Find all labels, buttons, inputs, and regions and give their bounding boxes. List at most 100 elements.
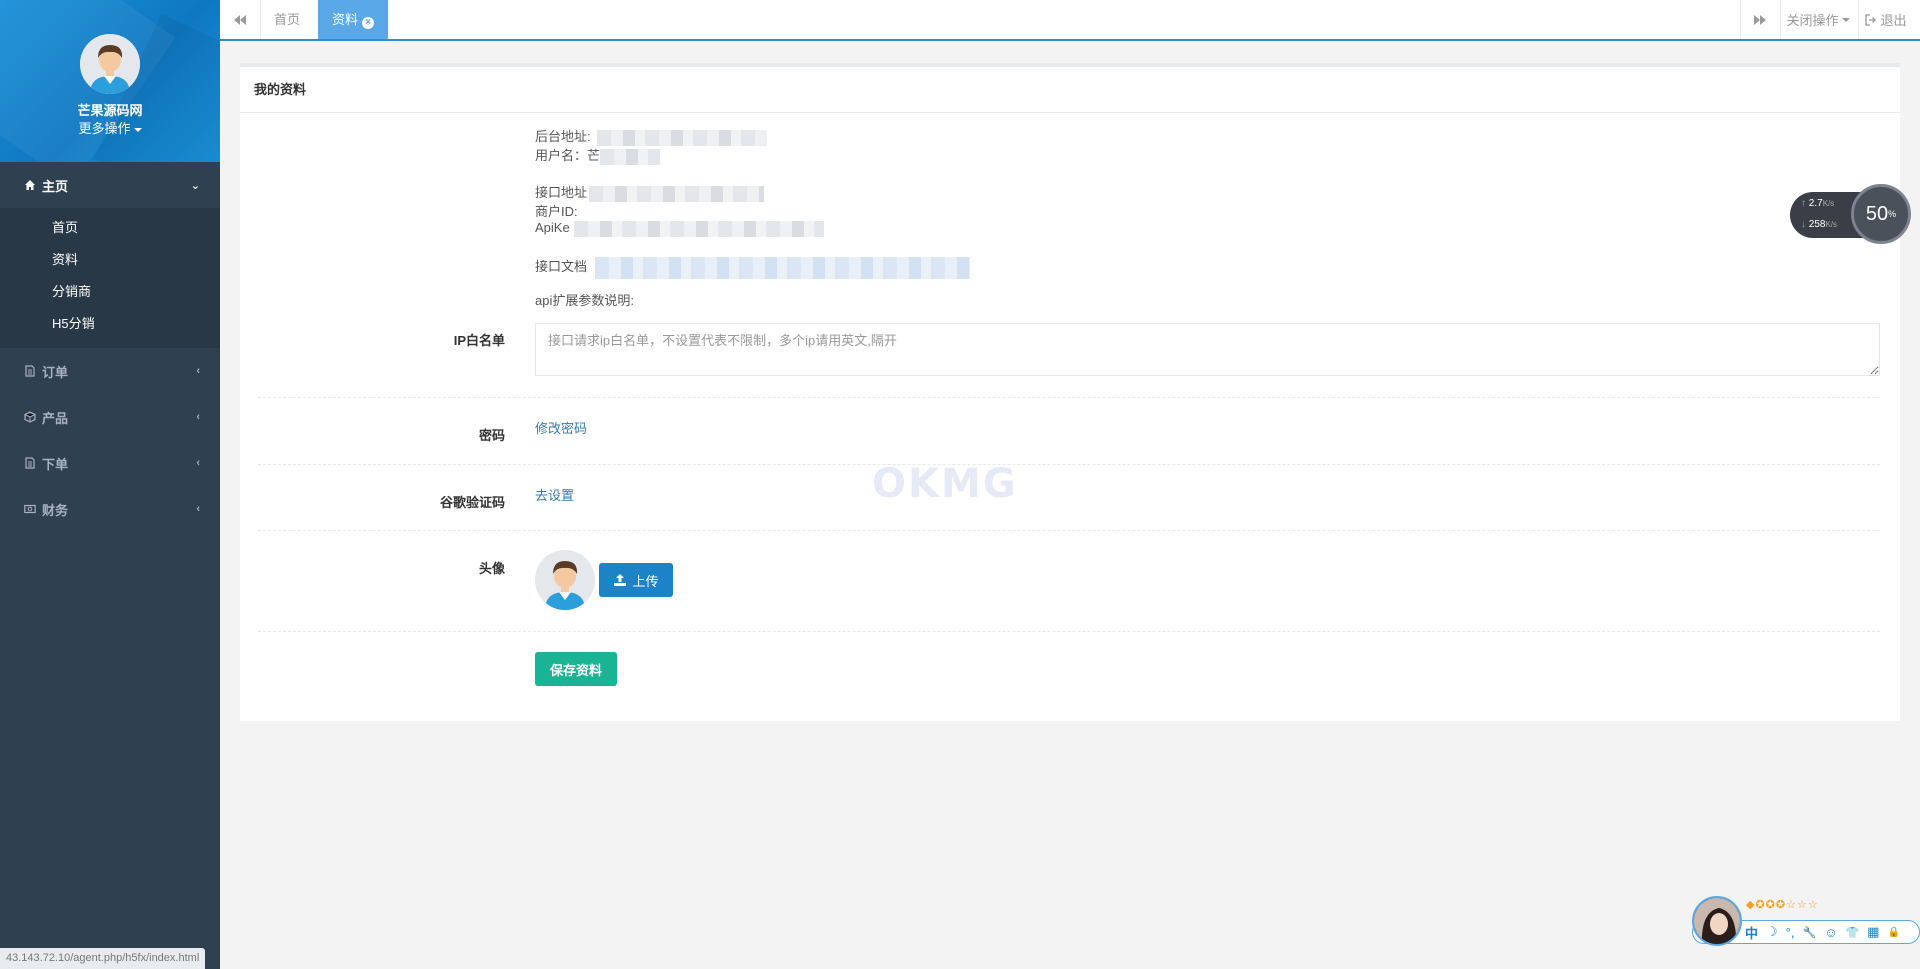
divider [258,397,1880,398]
chevron-left-icon: ‹ [196,457,200,469]
cube-icon [24,411,36,423]
nav-place-order-label: 下单 [42,456,69,472]
nav-finance[interactable]: 财务 ‹ [0,486,220,532]
home-submenu: 首页 资料 分销商 H5分销 [0,208,220,348]
tab-profile-label: 资料 [332,12,359,27]
redacted-value [589,185,765,202]
save-profile-button[interactable]: 保存资料 [535,652,617,686]
smiley-icon[interactable]: ☺ [1824,925,1837,940]
sidebar: 芒果源码网 更多操作 主页 ⌄ 首页 资料 分销商 H5分销 订单 ‹ 产品 ‹ [0,0,220,969]
chevron-down-icon: ⌄ [190,180,200,192]
logout-label: 退出 [1880,13,1907,28]
logout-button[interactable]: 退出 [1858,0,1914,39]
nav-place-order[interactable]: 下单 ‹ [0,440,220,486]
scroll-tabs-left-button[interactable] [220,0,260,39]
upload-speed: ↑ 2.7K/s [1801,198,1834,209]
sign-out-icon [1865,13,1877,26]
more-ops-dropdown[interactable]: 更多操作 [0,118,220,137]
nav-products[interactable]: 产品 ‹ [0,394,220,440]
speed-unit: K/s [1825,220,1838,229]
tab-home[interactable]: 首页 [260,0,316,39]
user-avatar[interactable] [80,34,140,94]
caret-down-icon [1841,17,1850,22]
sidebar-item-home[interactable]: 首页 [0,212,220,244]
nav-group-place-order: 下单 ‹ [0,440,220,486]
panel-title: 我的资料 [240,67,1900,113]
api-doc: 接口文档 [535,256,971,279]
download-speed-value: 258 [1808,219,1826,230]
double-chevron-right-icon [1754,14,1766,25]
memory-usage-gauge[interactable]: 50% [1851,184,1911,244]
wrench-icon[interactable]: 🔧 [1802,926,1816,939]
tab-bar: 首页 资料 × 关闭操作 退出 [220,0,1920,41]
close-ops-dropdown[interactable]: 关闭操作 [1780,0,1856,39]
nav-home[interactable]: 主页 ⌄ [0,162,220,208]
backend-address-label: 后台地址: [535,129,591,144]
nav-home-label: 主页 [42,178,69,194]
nav-group-products: 产品 ‹ [0,394,220,440]
username: 用户名：芒 [535,145,661,165]
merchant-id: 商户ID: [535,201,578,220]
file-icon [25,457,35,469]
api-address-label: 接口地址 [535,185,588,200]
username-label: 用户名：芒 [535,148,601,163]
ime-level-stars: ◆✪✪✪☆☆☆ [1746,899,1819,911]
api-address: 接口地址 [535,182,765,202]
moon-icon[interactable]: ☽ [1766,924,1778,940]
nav-orders[interactable]: 订单 ‹ [0,348,220,394]
caret-down-icon [133,127,142,132]
arrow-down-icon: ↓ [1801,219,1806,230]
profile-header: 芒果源码网 更多操作 [0,0,220,162]
apikey: ApiKe [535,220,824,237]
lock-icon[interactable]: 🔒 [1887,927,1899,938]
api-ext-params: api扩展参数说明: [535,290,634,309]
upload-label: 上传 [632,573,659,589]
redacted-value [600,148,661,165]
ime-avatar[interactable] [1692,896,1742,946]
download-speed: ↓ 258K/s [1801,219,1837,230]
close-icon[interactable]: × [362,17,375,29]
nav-orders-label: 订单 [42,364,69,380]
divider [258,464,1880,465]
avatar-label: 头像 [478,561,505,576]
chevron-left-icon: ‹ [196,365,200,377]
redacted-value [573,220,824,237]
merchant-id-label: 商户ID: [535,204,578,219]
google-auth-setup-link[interactable]: 去设置 [535,485,574,504]
sidebar-item-profile[interactable]: 资料 [0,244,220,276]
percent-sign: % [1888,209,1897,219]
ip-whitelist-label: IP白名单 [453,333,505,348]
ip-whitelist-input[interactable] [535,323,1880,376]
close-ops-label: 关闭操作 [1786,13,1839,28]
tab-profile[interactable]: 资料 × [318,0,388,39]
upload-button[interactable]: 上传 [599,563,673,597]
skin-icon[interactable]: 👕 [1845,926,1859,939]
file-icon [25,365,35,377]
profile-panel: 我的资料 [240,63,1900,721]
scroll-tabs-right-button[interactable] [1740,0,1780,39]
api-doc-label: 接口文档 [535,259,588,274]
sidebar-item-distributors[interactable]: 分销商 [0,276,220,308]
ime-chinese-mode[interactable]: 中 [1745,923,1758,942]
avatar-preview [535,550,595,610]
tab-home-label: 首页 [274,12,301,27]
nav-group-finance: 财务 ‹ [0,486,220,532]
arrow-up-icon: ↑ [1801,198,1806,209]
apikey-label: ApiKe [535,220,570,235]
nav-group-orders: 订单 ‹ [0,348,220,394]
double-chevron-left-icon [234,14,246,25]
speed-unit: K/s [1822,199,1835,208]
nav-finance-label: 财务 [42,502,69,518]
divider [258,530,1880,531]
sidebar-item-h5-distribution[interactable]: H5分销 [0,308,220,340]
redacted-value [595,256,971,279]
punctuation-icon[interactable]: °, [1786,925,1795,940]
more-ops-label: 更多操作 [78,121,131,136]
grid-icon[interactable]: ▦ [1867,924,1879,940]
redacted-value [596,129,767,146]
chevron-left-icon: ‹ [196,411,200,423]
change-password-link[interactable]: 修改密码 [535,418,587,437]
backend-address: 后台地址: [535,126,767,146]
nav-products-label: 产品 [42,410,69,426]
divider [258,631,1880,632]
